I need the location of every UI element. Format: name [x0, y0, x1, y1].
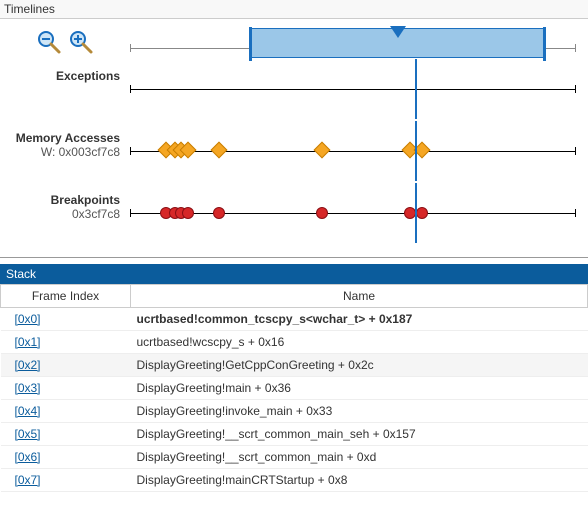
frame-name: DisplayGreeting!__scrt_common_main_seh +…	[131, 423, 588, 446]
timeline-cursor[interactable]	[415, 59, 417, 119]
timelines-body: Exceptions Memory AccessesW: 0x003cf7c8 Br…	[0, 19, 588, 258]
table-row[interactable]: [0x1] ucrtbased!wcscpy_s + 0x16	[1, 331, 588, 354]
breakpoint-marker[interactable]	[416, 207, 428, 219]
stack-table: Frame Index Name [0x0] ucrtbased!common_t…	[0, 284, 588, 492]
zoom-row	[0, 23, 588, 63]
track-title: Memory Accesses	[0, 131, 120, 145]
table-row[interactable]: [0x0] ucrtbased!common_tcscpy_s<wchar_t> …	[1, 308, 588, 331]
table-row[interactable]: [0x6] DisplayGreeting!__scrt_common_main …	[1, 446, 588, 469]
frame-index-link[interactable]: [0x3]	[15, 381, 41, 395]
range-handle-right[interactable]	[543, 27, 546, 61]
track-row: Breakpoints0x3cf7c8	[0, 187, 588, 249]
table-row[interactable]: [0x2] DisplayGreeting!GetCppConGreeting +…	[1, 354, 588, 377]
overview-marker[interactable]	[390, 26, 406, 41]
frame-name: DisplayGreeting!invoke_main + 0x33	[131, 400, 588, 423]
track-area[interactable]	[130, 69, 576, 109]
breakpoint-marker[interactable]	[404, 207, 416, 219]
col-name[interactable]: Name	[131, 285, 588, 308]
table-row[interactable]: [0x4] DisplayGreeting!invoke_main + 0x33	[1, 400, 588, 423]
memory-access-marker[interactable]	[211, 142, 228, 159]
frame-name: DisplayGreeting!main + 0x36	[131, 377, 588, 400]
stack-title: Stack	[0, 264, 588, 284]
frame-index-link[interactable]: [0x7]	[15, 473, 41, 487]
track-label: Exceptions	[0, 69, 130, 83]
track-subtitle: W: 0x003cf7c8	[0, 145, 120, 159]
breakpoint-marker[interactable]	[182, 207, 194, 219]
track-label: Breakpoints0x3cf7c8	[0, 193, 130, 221]
frame-name: DisplayGreeting!__scrt_common_main + 0xd	[131, 446, 588, 469]
frame-name: DisplayGreeting!GetCppConGreeting + 0x2c	[131, 354, 588, 377]
table-row[interactable]: [0x7] DisplayGreeting!mainCRTStartup + 0x…	[1, 469, 588, 492]
timeline-cursor[interactable]	[415, 121, 417, 181]
track-subtitle: 0x3cf7c8	[0, 207, 120, 221]
zoom-in-icon[interactable]	[68, 29, 94, 58]
frame-name: DisplayGreeting!mainCRTStartup + 0x8	[131, 469, 588, 492]
table-row[interactable]: [0x3] DisplayGreeting!main + 0x36	[1, 377, 588, 400]
frame-index-link[interactable]: [0x4]	[15, 404, 41, 418]
track-label: Memory AccessesW: 0x003cf7c8	[0, 131, 130, 159]
zoom-out-icon[interactable]	[36, 29, 62, 58]
frame-index-link[interactable]: [0x1]	[15, 335, 41, 349]
track-row: Memory AccessesW: 0x003cf7c8	[0, 125, 588, 187]
timeline-cursor[interactable]	[415, 183, 417, 243]
breakpoint-marker[interactable]	[316, 207, 328, 219]
track-area[interactable]	[130, 131, 576, 171]
frame-index-link[interactable]: [0x6]	[15, 450, 41, 464]
frame-index-link[interactable]: [0x0]	[15, 312, 41, 326]
range-handle-left[interactable]	[249, 27, 252, 61]
frame-index-link[interactable]: [0x5]	[15, 427, 41, 441]
frame-name: ucrtbased!common_tcscpy_s<wchar_t> + 0x1…	[131, 308, 588, 331]
memory-access-marker[interactable]	[313, 142, 330, 159]
track-title: Breakpoints	[0, 193, 120, 207]
breakpoint-marker[interactable]	[213, 207, 225, 219]
frame-index-link[interactable]: [0x2]	[15, 358, 41, 372]
timelines-title: Timelines	[0, 0, 588, 19]
track-title: Exceptions	[0, 69, 120, 83]
overview-timeline[interactable]	[130, 28, 576, 58]
track-row: Exceptions	[0, 63, 588, 125]
table-row[interactable]: [0x5] DisplayGreeting!__scrt_common_main_…	[1, 423, 588, 446]
track-area[interactable]	[130, 193, 576, 233]
frame-name: ucrtbased!wcscpy_s + 0x16	[131, 331, 588, 354]
col-frame-index[interactable]: Frame Index	[1, 285, 131, 308]
